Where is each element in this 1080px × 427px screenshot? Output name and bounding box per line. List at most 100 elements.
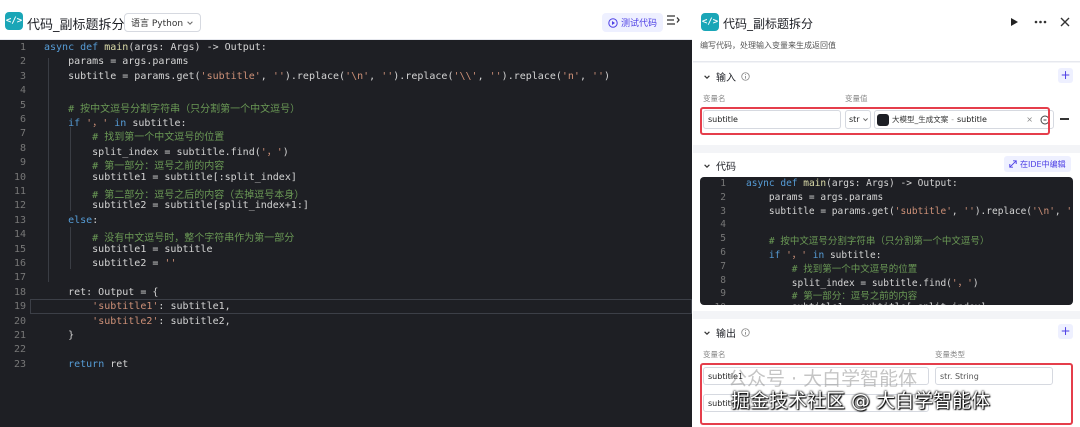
line-number: 8 (19, 142, 26, 154)
config-header: </> 代码_副标题拆分 编写代码，处理输入变量来生成返回值 (693, 0, 1080, 62)
more-icon[interactable] (1034, 20, 1047, 24)
code-line: if '，' in subtitle: (68, 118, 187, 129)
line-number: 13 (13, 214, 26, 226)
line-number: 8 (720, 274, 726, 286)
add-input-button[interactable]: + (1058, 68, 1073, 83)
collapse-panel-icon[interactable] (666, 14, 680, 26)
edit-in-ide-button[interactable]: 在IDE中编辑 (1004, 156, 1071, 172)
code-line: return ret (68, 358, 129, 370)
line-number: 10 (13, 171, 26, 183)
editor-title: 代码_副标题拆分 (27, 18, 125, 33)
line-number: 22 (13, 344, 26, 356)
code-node-icon: </> (5, 12, 23, 30)
expand-icon (1009, 160, 1017, 168)
input-section-label: 输入 (716, 73, 736, 84)
play-icon[interactable] (1009, 17, 1019, 27)
test-code-label: 测试代码 (621, 19, 658, 29)
code-line: async def main(args: Args) -> Output: (746, 178, 958, 189)
output-col-type: 变量类型 (935, 350, 965, 359)
line-number: 15 (13, 243, 26, 255)
line-number: 21 (13, 330, 26, 341)
highlight-box (700, 107, 1050, 135)
info-icon (741, 72, 750, 81)
code-line: 'subtitle2': subtitle2, (92, 315, 231, 327)
code-section-header[interactable]: 代码 (703, 158, 736, 173)
line-number: 17 (13, 272, 26, 284)
editor-header: </> 代码_副标题拆分 语言 Python 测试代码 (0, 0, 692, 40)
line-number: 23 (13, 358, 26, 370)
code-line: # 第一部分：逗号之前的内容 (791, 291, 918, 303)
line-number: 7 (19, 128, 26, 140)
line-number: 11 (13, 186, 26, 197)
line-number: 1 (720, 178, 726, 189)
code-line: subtitle = params.get('subtitle', '').re… (746, 205, 1073, 217)
code-line: subtitle1 = subtitle (44, 243, 213, 255)
line-number: 16 (13, 258, 26, 269)
code-section-label: 代码 (716, 162, 736, 173)
output-section-header[interactable]: 输出 (703, 325, 750, 340)
info-icon (741, 328, 750, 337)
code-line: } (44, 330, 75, 341)
test-code-button[interactable]: 测试代码 (602, 13, 664, 32)
code-line: # 第二部分：逗号之后的内容（去掉逗号本身） (92, 190, 305, 201)
code-line: ret: Output = { (44, 286, 159, 298)
node-title: 代码_副标题拆分 (723, 17, 814, 31)
line-number: 4 (720, 219, 726, 231)
line-number: 12 (13, 200, 26, 212)
input-section-header[interactable]: 输入 (703, 69, 750, 84)
line-number: 1 (19, 42, 26, 53)
line-number: 5 (720, 233, 726, 245)
watermark-juejin: 掘金技术社区 @ 大白学智能体 (731, 390, 991, 412)
line-number: 10 (700, 302, 726, 305)
add-output-button[interactable]: + (1058, 324, 1073, 339)
chevron-down-icon (186, 19, 194, 27)
code-line: # 找到第一个中文逗号的位置 (92, 132, 225, 144)
node-description: 编写代码，处理输入变量来生成返回值 (700, 41, 836, 50)
line-number: 2 (720, 191, 726, 203)
code-line: split_index = subtitle.find('，') (746, 277, 979, 289)
input-section: 输入 + 变量名 变量值 subtitle str 大模型_生成文案 - sub… (693, 63, 1080, 145)
line-number: 6 (720, 247, 726, 258)
line-number: 19 (13, 301, 26, 313)
line-number: 14 (13, 229, 26, 241)
play-circle-icon (608, 17, 618, 28)
remove-input-icon[interactable] (1060, 118, 1069, 120)
line-number: 4 (19, 85, 26, 97)
code-line: async def main(args: Args) -> Output: (44, 42, 267, 53)
code-editor-panel: </> 代码_副标题拆分 语言 Python 测试代码 1 async def … (0, 0, 692, 427)
line-number: 20 (13, 315, 26, 327)
input-col-value: 变量值 (845, 94, 868, 103)
code-line: # 按中文逗号分割字符串（只分割第一个中文逗号） (68, 103, 301, 115)
code-node-icon: </> (701, 13, 719, 31)
input-col-name: 变量名 (703, 94, 726, 103)
edit-in-ide-label: 在IDE中编辑 (1020, 159, 1066, 169)
output-section-label: 输出 (716, 329, 736, 340)
line-number: 9 (19, 157, 26, 169)
code-line: subtitle2 = subtitle[split_index+1:] (44, 200, 309, 212)
chevron-down-icon (703, 329, 711, 337)
code-preview[interactable]: 1 async def main(args: Args) -> Output: 2 … (700, 177, 1073, 305)
line-number: 9 (720, 288, 726, 300)
language-select[interactable]: 语言 Python (124, 13, 202, 32)
code-area[interactable]: 1 async def main(args: Args) -> Output: 2 … (0, 40, 692, 427)
line-number: 2 (19, 56, 26, 68)
line-number: 3 (720, 205, 726, 217)
code-line: split_index = subtitle.find('，') (44, 146, 289, 158)
line-number: 6 (19, 114, 26, 125)
app-root: </> 代码_副标题拆分 语言 Python 测试代码 1 async def … (0, 0, 1080, 427)
code-line: # 找到第一个中文逗号的位置 (791, 263, 918, 275)
code-line: # 按中文逗号分割字符串（只分割第一个中文逗号） (768, 236, 990, 248)
code-line: params = args.params (746, 191, 884, 203)
code-line: subtitle1 = subtitle[:split_index] (746, 302, 986, 305)
chevron-down-icon (703, 73, 711, 81)
language-select-label: 语言 Python (131, 19, 184, 29)
code-line: params = args.params (44, 56, 189, 68)
code-line: else: (68, 214, 99, 226)
line-number: 3 (19, 70, 26, 82)
node-config-panel: </> 代码_副标题拆分 编写代码，处理输入变量来生成返回值 输入 + 变量名 … (693, 0, 1080, 427)
close-icon[interactable] (1060, 17, 1070, 27)
code-line: if '，' in subtitle: (768, 250, 882, 261)
line-number: 18 (13, 286, 26, 298)
code-line: 'subtitle1': subtitle1, (92, 301, 231, 313)
line-number: 5 (19, 99, 26, 111)
